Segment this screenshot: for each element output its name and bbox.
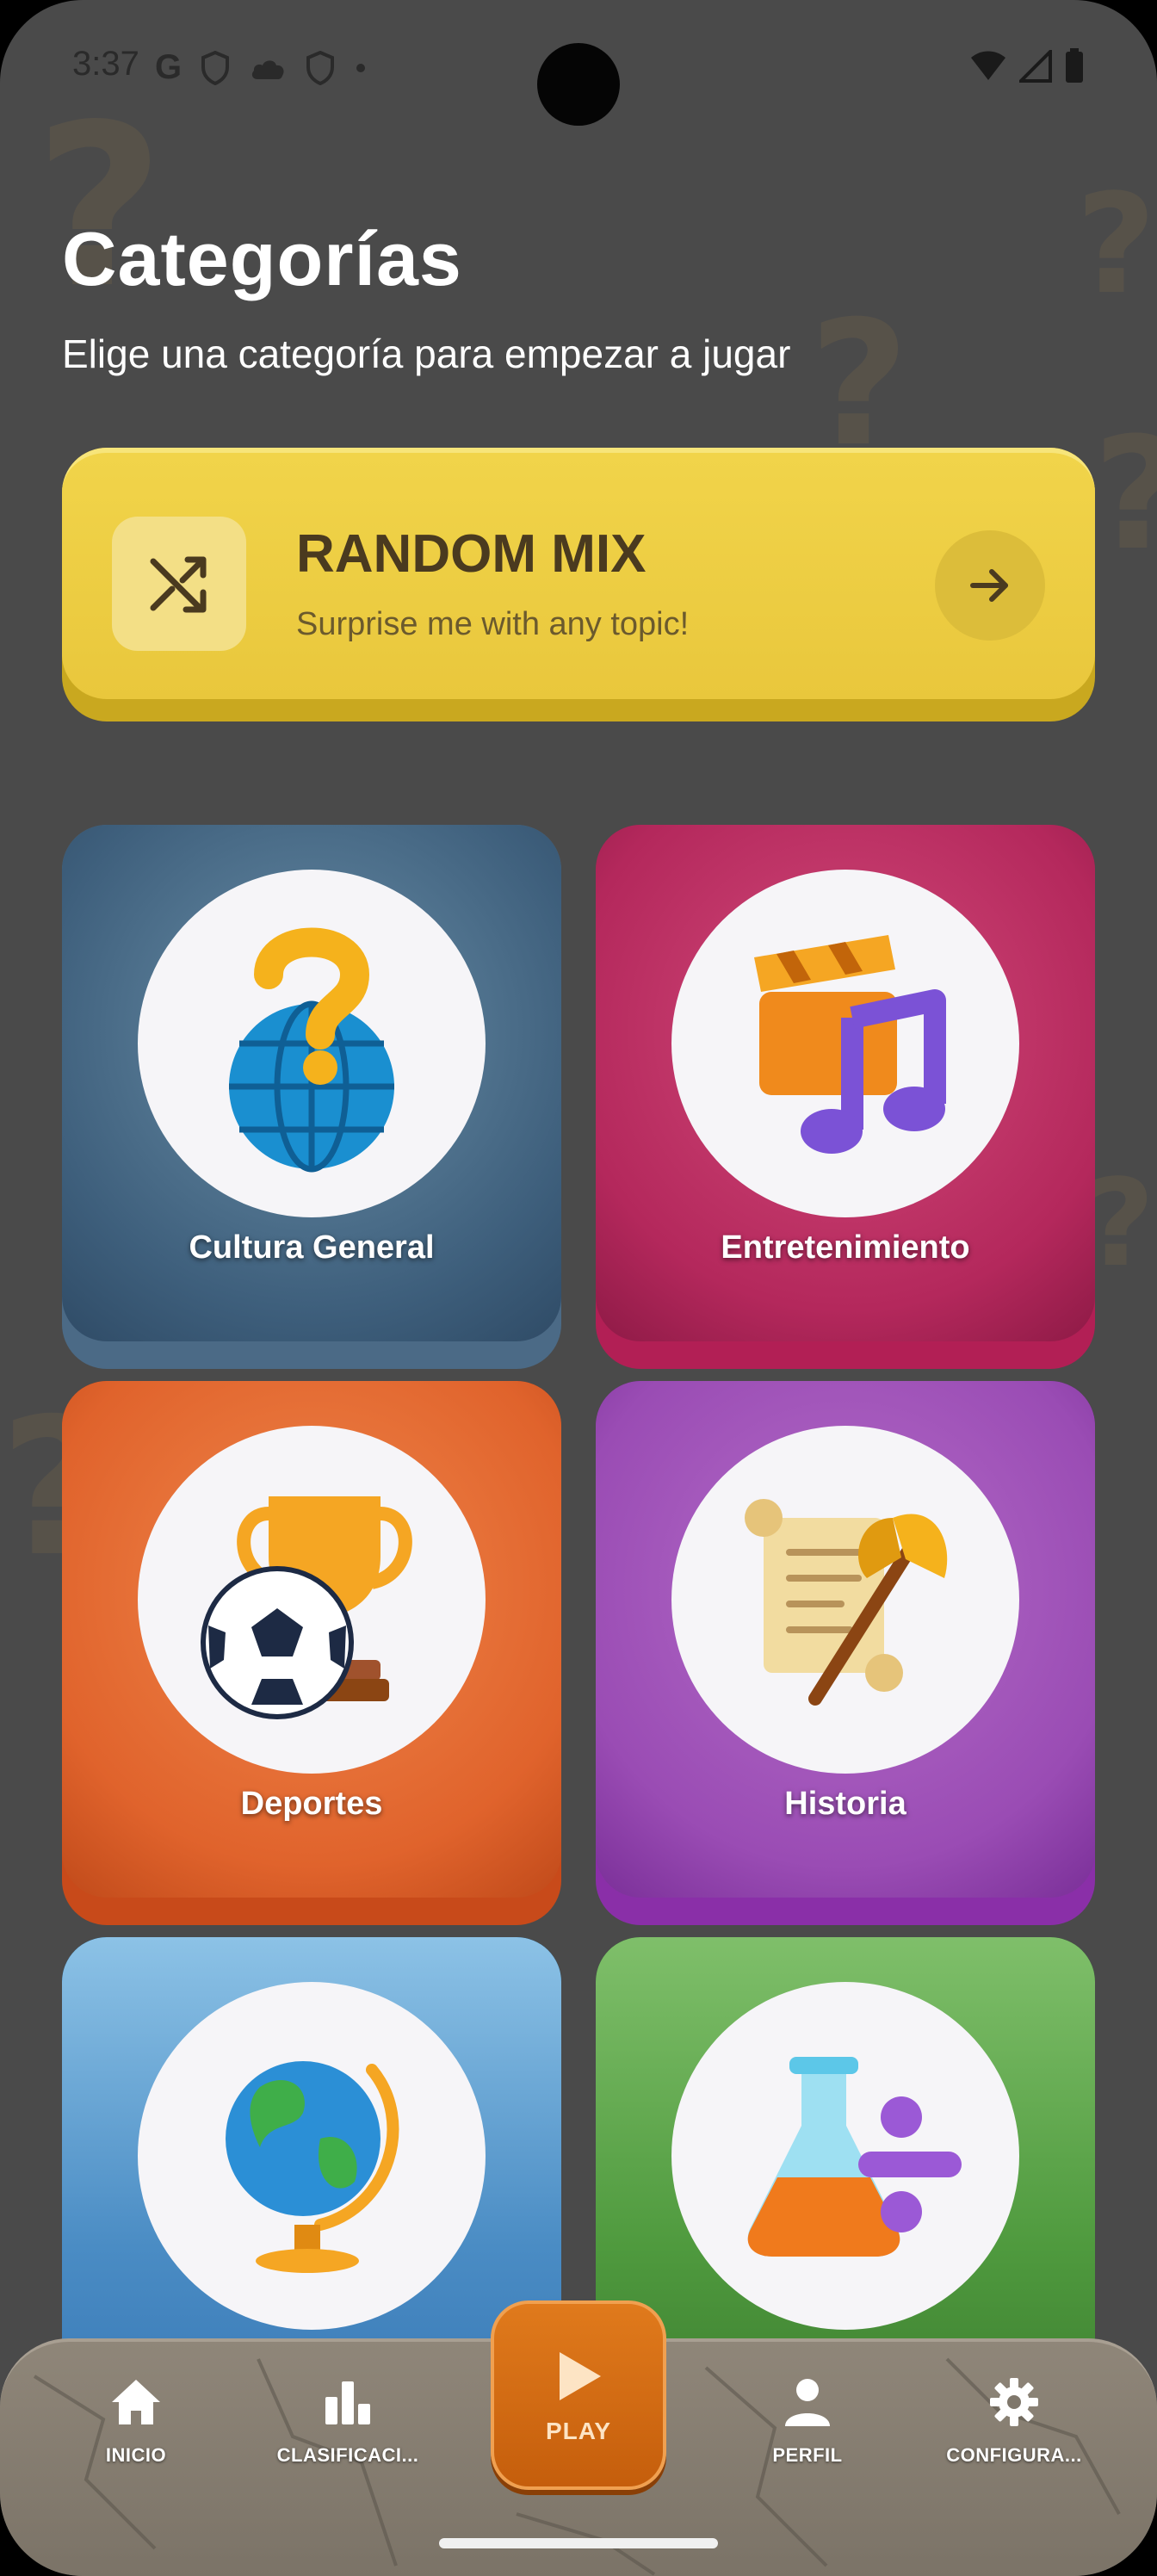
bar-chart-icon — [325, 2381, 370, 2424]
random-mix-card-face: RANDOM MIX Surprise me with any topic! — [62, 448, 1095, 699]
google-icon: G — [155, 48, 183, 86]
category-card-face: Deportes — [62, 1381, 561, 1898]
status-notification-icons: G — [155, 48, 368, 87]
play-label: PLAY — [545, 2418, 612, 2444]
home-indicator[interactable] — [439, 2538, 718, 2548]
nav-label: PERFIL — [772, 2444, 843, 2466]
category-card-entretenimiento[interactable]: Entretenimiento — [596, 825, 1095, 1369]
shield-icon — [306, 50, 335, 85]
globe-question-icon — [229, 927, 394, 1173]
nav-item-configuracion[interactable]: CONFIGURA... — [928, 2376, 1100, 2467]
gear-icon — [990, 2378, 1038, 2426]
nav-item-inicio[interactable]: INICIO — [50, 2376, 222, 2467]
arrow-right-icon — [970, 569, 1008, 602]
scroll-axe-icon — [745, 1499, 948, 1706]
random-mix-card[interactable]: RANDOM MIX Surprise me with any topic! — [62, 448, 1095, 721]
background-question-mark: ? — [1076, 164, 1156, 325]
category-icon-circle — [671, 1426, 1019, 1774]
category-icon-circle — [138, 870, 486, 1217]
category-label: Entretenimiento — [721, 1229, 970, 1266]
category-card-historia[interactable]: Historia — [596, 1381, 1095, 1925]
category-icon-circle — [138, 1982, 486, 2330]
category-icon-circle — [671, 870, 1019, 1217]
background-question-mark: ? — [1085, 1154, 1155, 1294]
dot-icon — [356, 63, 366, 72]
cloud-icon — [252, 59, 284, 79]
random-mix-go-button[interactable] — [935, 530, 1045, 641]
front-camera — [537, 43, 620, 126]
nav-label: INICIO — [105, 2444, 167, 2466]
random-mix-title: RANDOM MIX — [296, 524, 647, 584]
category-card-cultura-general[interactable]: Cultura General — [62, 825, 561, 1369]
nav-label: CLASIFICACI... — [276, 2444, 419, 2466]
category-label: Deportes — [240, 1786, 383, 1822]
background-question-mark: ? — [1093, 405, 1157, 585]
category-card-face: Cultura General — [62, 825, 561, 1341]
category-label: Cultura General — [189, 1229, 435, 1266]
wifi-icon — [971, 51, 1005, 80]
clapper-music-icon — [754, 935, 946, 1154]
shuffle-icon-box — [112, 517, 246, 651]
nav-item-perfil[interactable]: PERFIL — [721, 2376, 894, 2467]
nav-item-clasificacion[interactable]: CLASIFICACI... — [262, 2376, 434, 2467]
category-card-face: Historia — [596, 1381, 1095, 1898]
battery-icon — [1066, 48, 1083, 83]
home-icon — [112, 2380, 160, 2424]
status-bar: 3:37 G — [0, 0, 1157, 138]
page-title: Categorías — [62, 216, 462, 301]
category-label: Historia — [784, 1786, 906, 1822]
signal-icon — [1019, 50, 1052, 83]
page-subtitle: Elige una categoría para empezar a jugar — [62, 331, 791, 376]
globe-stand-icon — [226, 2061, 399, 2273]
category-card-deportes[interactable]: Deportes — [62, 1381, 561, 1925]
flask-icon — [747, 2057, 962, 2257]
category-icon-circle — [671, 1982, 1019, 2330]
category-icon-circle — [138, 1426, 486, 1774]
shuffle-icon — [150, 556, 207, 613]
shield-icon — [201, 50, 230, 85]
random-mix-subtitle: Surprise me with any topic! — [296, 606, 690, 642]
screen: ? ? ? ? ? ? 3:37 G Categorías Elige una … — [0, 0, 1157, 2576]
status-time: 3:37 — [72, 45, 139, 83]
trophy-ball-icon — [201, 1496, 412, 1719]
category-card-face: Entretenimiento — [596, 825, 1095, 1341]
play-button[interactable]: PLAY — [491, 2300, 666, 2490]
nav-label: CONFIGURA... — [946, 2444, 1082, 2466]
status-system-icons — [969, 48, 1085, 84]
person-icon — [785, 2379, 830, 2426]
play-icon — [560, 2352, 601, 2400]
